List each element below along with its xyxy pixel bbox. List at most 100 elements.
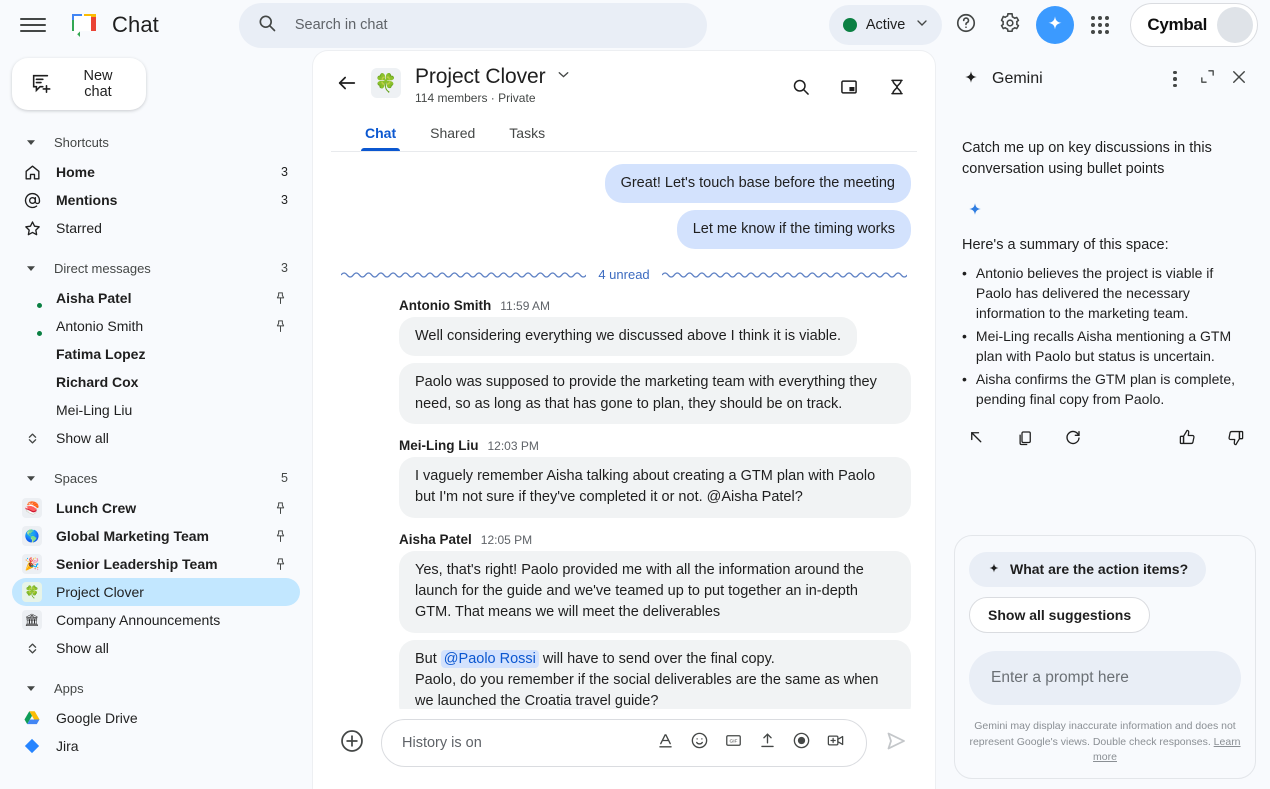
- sidebar-item-senior-leadership-team[interactable]: 🎉 Senior Leadership Team: [12, 550, 300, 578]
- space-emoji-icon: 🎉: [22, 554, 42, 574]
- google-chat-logo-icon: [68, 9, 100, 41]
- refresh-icon: [1064, 429, 1082, 452]
- top-bar: Chat Active: [0, 0, 1270, 50]
- picture-in-picture-button[interactable]: [829, 69, 869, 109]
- bullet-text: Aisha confirms the GTM plan is complete,…: [976, 369, 1250, 409]
- section-header-apps[interactable]: Apps: [12, 672, 300, 704]
- tab-shared[interactable]: Shared: [418, 119, 487, 151]
- message-meta: Aisha Patel 12:05 PM: [399, 532, 911, 547]
- tab-tasks[interactable]: Tasks: [497, 119, 557, 151]
- sidebar-item-fatima-lopez[interactable]: Fatima Lopez: [12, 340, 300, 368]
- hamburger-menu-icon[interactable]: [20, 12, 46, 38]
- section-title: Spaces: [54, 471, 97, 486]
- sidebar-item-label: Home: [56, 164, 95, 180]
- section-header-direct-messages[interactable]: Direct messages 3: [12, 252, 300, 284]
- sidebar-item-global-marketing-team[interactable]: 🌎 Global Marketing Team: [12, 522, 300, 550]
- suggestion-chip-label: What are the action items?: [1010, 561, 1188, 577]
- suggestion-chip-action-items[interactable]: What are the action items?: [969, 552, 1206, 587]
- expand-icon: [22, 431, 42, 446]
- help-button[interactable]: [946, 5, 986, 45]
- presence-dot-icon: [36, 330, 43, 337]
- message-input-wrapper[interactable]: GIF: [381, 719, 867, 767]
- gemini-prompt-input[interactable]: [991, 669, 1219, 687]
- copy-button[interactable]: [1010, 425, 1040, 455]
- gemini-response-spark-icon: [966, 200, 1250, 223]
- sidebar-item-mentions[interactable]: Mentions 3: [12, 186, 300, 214]
- message-list[interactable]: Great! Let's touch base before the meeti…: [313, 152, 935, 709]
- message-bubble: Yes, that's right! Paolo provided me wit…: [399, 551, 911, 633]
- message-timestamp: 11:59 AM: [500, 299, 550, 313]
- section-header-shortcuts[interactable]: Shortcuts: [12, 126, 300, 158]
- account-chip[interactable]: Cymbal: [1130, 3, 1258, 47]
- expand-icon: [1199, 68, 1216, 90]
- message-timestamp: 12:05 PM: [481, 533, 532, 547]
- search-icon: [257, 13, 277, 38]
- chat-tabs: Chat Shared Tasks: [353, 119, 917, 151]
- sidebar-item-label: Jira: [56, 738, 79, 754]
- sidebar-item-label: Mei-Ling Liu: [56, 402, 132, 418]
- sidebar-show-all-dms[interactable]: Show all: [12, 424, 300, 452]
- chat-search-button[interactable]: [781, 69, 821, 109]
- mention-chip[interactable]: @Paolo Rossi: [441, 650, 539, 668]
- presence-status-button[interactable]: Active: [829, 5, 943, 45]
- gemini-prompt-box[interactable]: [969, 651, 1241, 705]
- format-text-button[interactable]: [650, 728, 680, 758]
- gemini-more-button[interactable]: [1160, 64, 1190, 94]
- sidebar-item-aisha-patel[interactable]: Aisha Patel: [12, 284, 300, 312]
- sidebar-item-google-drive[interactable]: Google Drive: [12, 704, 300, 732]
- sidebar-item-company-announcements[interactable]: 🏛 Company Announcements: [12, 606, 300, 634]
- back-button[interactable]: [331, 69, 363, 101]
- page-title: Project Clover: [415, 65, 545, 89]
- add-attachment-button[interactable]: [337, 728, 367, 758]
- sidebar-item-jira[interactable]: Jira: [12, 732, 300, 760]
- thumb-up-button[interactable]: [1172, 425, 1202, 455]
- gif-button[interactable]: GIF: [718, 728, 748, 758]
- sidebar-item-home[interactable]: Home 3: [12, 158, 300, 186]
- search-input[interactable]: [295, 17, 689, 33]
- message-bubble-with-mention: But @Paolo Rossi will have to send over …: [399, 640, 911, 709]
- gemini-button[interactable]: [1036, 6, 1074, 44]
- sidebar-item-antonio-smith[interactable]: Antonio Smith: [12, 312, 300, 340]
- send-button[interactable]: [881, 728, 911, 758]
- message-outgoing: Let me know if the timing works: [337, 210, 911, 249]
- refresh-button[interactable]: [1058, 425, 1088, 455]
- new-chat-button[interactable]: New chat: [12, 58, 146, 110]
- message-input[interactable]: [402, 735, 646, 751]
- avatar: [962, 104, 988, 130]
- section-header-spaces[interactable]: Spaces 5: [12, 462, 300, 494]
- record-button[interactable]: [786, 728, 816, 758]
- message-row: But @Paolo Rossi will have to send over …: [337, 640, 911, 709]
- sidebar-item-lunch-crew[interactable]: 🍣 Lunch Crew: [12, 494, 300, 522]
- sidebar-item-richard-cox[interactable]: Richard Cox: [12, 368, 300, 396]
- message-meta: Mei-Ling Liu 12:03 PM: [399, 438, 911, 453]
- tab-chat[interactable]: Chat: [353, 119, 408, 151]
- thumb-down-button[interactable]: [1220, 425, 1250, 455]
- hourglass-button[interactable]: [877, 69, 917, 109]
- google-apps-button[interactable]: [1080, 5, 1120, 45]
- avatar[interactable]: [1217, 7, 1253, 43]
- emoji-button[interactable]: [684, 728, 714, 758]
- top-bar-actions: Active: [829, 3, 1258, 47]
- gemini-close-button[interactable]: [1224, 64, 1254, 94]
- unread-count-label: 4 unread: [598, 267, 649, 282]
- video-meet-button[interactable]: [820, 728, 850, 758]
- sidebar-item-project-clover[interactable]: 🍀 Project Clover: [12, 578, 300, 606]
- upload-button[interactable]: [752, 728, 782, 758]
- sidebar-item-mei-ling-liu[interactable]: Mei-Ling Liu: [12, 396, 300, 424]
- sidebar-item-starred[interactable]: Starred: [12, 214, 300, 242]
- space-subtitle: 114 members · Private: [415, 91, 572, 105]
- settings-button[interactable]: [990, 5, 1030, 45]
- message-row: I vaguely remember Aisha talking about c…: [337, 457, 911, 518]
- space-name-button[interactable]: Project Clover: [415, 65, 572, 89]
- sidebar-item-label: Aisha Patel: [56, 290, 131, 306]
- share-button[interactable]: [962, 425, 992, 455]
- show-all-suggestions-button[interactable]: Show all suggestions: [969, 597, 1150, 633]
- help-icon: [955, 12, 977, 39]
- sidebar-show-all-spaces[interactable]: Show all: [12, 634, 300, 662]
- sidebar-item-label: Lunch Crew: [56, 500, 136, 516]
- message-row: Well considering everything we discussed…: [337, 317, 911, 356]
- unread-badge: 3: [281, 193, 288, 207]
- gemini-expand-button[interactable]: [1192, 64, 1222, 94]
- sidebar-item-label: Show all: [56, 640, 109, 656]
- search-bar[interactable]: [239, 3, 707, 48]
